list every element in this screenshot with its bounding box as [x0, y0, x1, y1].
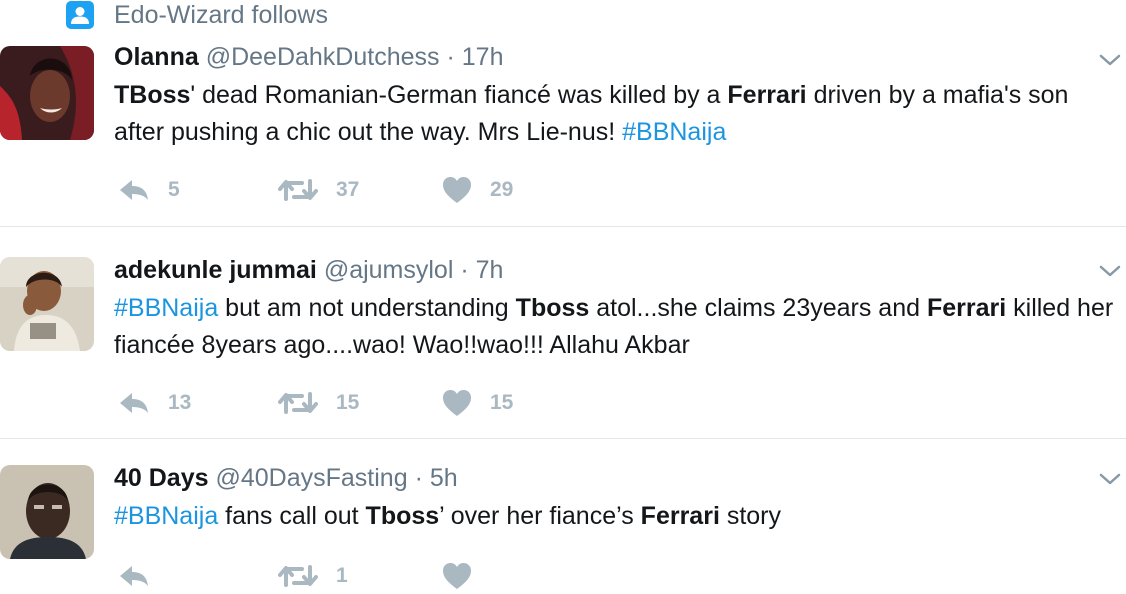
like-button[interactable]: 15: [442, 389, 602, 417]
avatar[interactable]: [0, 46, 94, 140]
reply-icon: [120, 566, 148, 586]
highlighted-keyword: Ferrari: [640, 502, 720, 530]
retweet-count: 15: [336, 391, 360, 414]
hashtag-link[interactable]: #BBNaija: [622, 118, 726, 146]
like-button[interactable]: 29: [442, 176, 602, 204]
reply-count: 13: [168, 391, 192, 414]
timestamp[interactable]: 17h: [462, 43, 504, 71]
hashtag-link[interactable]: #BBNaija: [114, 502, 218, 530]
reply-icon: [120, 393, 148, 413]
tweet-header: Olanna @DeeDahkDutchess · 17h: [114, 42, 1118, 72]
highlighted-keyword: Ferrari: [727, 81, 807, 109]
tweet-text: #BBNaija but am not understanding Tboss …: [114, 290, 1118, 364]
like-count: 29: [490, 178, 514, 201]
tweet-divider: [0, 226, 1126, 227]
heart-icon: [443, 390, 471, 416]
tweet-header: 40 Days @40DaysFasting · 5h: [114, 463, 1118, 493]
tweet-text-segment: ’ over her fiance’s: [439, 502, 641, 530]
heart-icon: [443, 563, 471, 589]
retweet-button[interactable]: 37: [278, 177, 442, 203]
retweet-icon: [278, 565, 318, 587]
timestamp[interactable]: 5h: [430, 464, 458, 492]
tweet-header: adekunle jummai @ajumsylol · 7h: [114, 255, 1118, 285]
tweet-text-segment: ' dead Romanian-German fiancé was killed…: [190, 81, 728, 109]
follow-context: Edo-Wizard follows: [66, 0, 328, 30]
avatar[interactable]: [0, 257, 94, 351]
tweet-text-segment: atol...she claims 23years and: [589, 294, 927, 322]
like-button[interactable]: [442, 562, 602, 590]
heart-icon: [443, 177, 471, 203]
hashtag-link[interactable]: #BBNaija: [114, 294, 218, 322]
retweet-count: 1: [336, 564, 348, 587]
tweet-text: #BBNaija fans call out Tboss’ over her f…: [114, 498, 1118, 535]
user-handle[interactable]: @ajumsylol: [324, 256, 454, 284]
highlighted-keyword: Tboss: [515, 294, 590, 322]
chevron-down-icon[interactable]: [1098, 259, 1122, 283]
retweet-icon: [278, 392, 318, 414]
highlighted-keyword: Tboss: [365, 502, 440, 530]
display-name[interactable]: adekunle jummai: [114, 256, 317, 284]
highlighted-keyword: TBoss: [114, 81, 191, 109]
highlighted-keyword: Ferrari: [926, 294, 1007, 322]
separator-dot: ·: [414, 464, 423, 492]
reply-button[interactable]: [118, 564, 278, 588]
retweet-button[interactable]: 15: [278, 390, 442, 416]
tweet-text: TBoss' dead Romanian-German fiancé was k…: [114, 77, 1118, 151]
tweet-text-segment: but am not understanding: [218, 294, 516, 322]
display-name[interactable]: Olanna: [114, 43, 199, 71]
reply-icon: [120, 180, 148, 200]
avatar[interactable]: [0, 465, 94, 559]
timestamp[interactable]: 7h: [476, 256, 504, 284]
tweet-divider: [0, 438, 1126, 439]
user-handle[interactable]: @40DaysFasting: [215, 464, 407, 492]
tweet-text-segment: story: [719, 502, 782, 530]
separator-dot: ·: [446, 43, 455, 71]
follow-context-label: Edo-Wizard follows: [114, 0, 328, 29]
reply-button[interactable]: 5: [118, 178, 278, 202]
reply-count: 5: [168, 178, 180, 201]
chevron-down-icon[interactable]: [1098, 48, 1122, 72]
retweet-button[interactable]: 1: [278, 563, 442, 589]
reply-button[interactable]: 13: [118, 391, 278, 415]
retweet-count: 37: [336, 178, 360, 201]
like-count: 15: [490, 391, 514, 414]
display-name[interactable]: 40 Days: [114, 464, 209, 492]
separator-dot: ·: [460, 256, 469, 284]
user-handle[interactable]: @DeeDahkDutchess: [206, 43, 440, 71]
retweet-icon: [278, 179, 318, 201]
person-icon: [66, 1, 94, 29]
tweet-text-segment: fans call out: [218, 502, 366, 530]
chevron-down-icon[interactable]: [1098, 467, 1122, 491]
